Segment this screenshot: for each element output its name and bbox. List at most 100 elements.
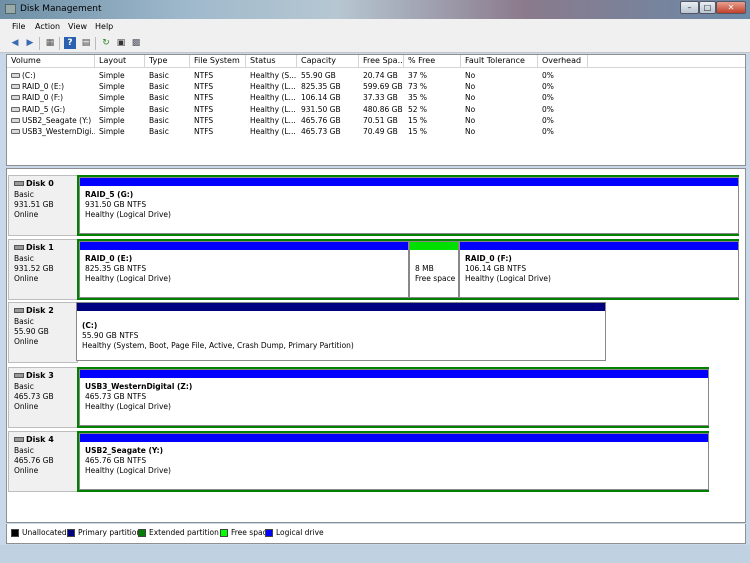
disk-info-0[interactable]: Disk 0 Basic 931.51 GB Online <box>8 175 78 236</box>
partition-status: Healthy (Logical Drive) <box>85 466 171 475</box>
window-bottom-edge <box>0 545 750 563</box>
disk-graphical-view: Disk 0 Basic 931.51 GB Online RAID_5 (G:) 931… <box>6 168 746 523</box>
hard-disk-icon <box>14 437 24 442</box>
column-header-file-system[interactable]: File System <box>190 55 246 68</box>
legend-swatch <box>11 528 19 537</box>
back-icon[interactable]: ◀ <box>9 37 21 49</box>
console-tree-icon[interactable]: ▦ <box>44 37 56 49</box>
menu-help[interactable]: Help <box>95 22 113 31</box>
disk-size: 55.90 GB <box>14 327 49 336</box>
partition-size: 55.90 GB NTFS <box>82 331 139 340</box>
partition-size: 8 MB <box>415 264 434 273</box>
disk-management-icon <box>5 4 16 14</box>
help-icon[interactable]: ? <box>64 37 76 49</box>
minimize-button[interactable]: – <box>680 1 699 14</box>
partition-color-bar <box>410 242 458 250</box>
forward-icon[interactable]: ▶ <box>24 37 36 49</box>
maximize-button[interactable]: □ <box>699 1 716 14</box>
partition-name: USB3_WesternDigital (Z:) <box>85 382 193 391</box>
legend-swatch <box>67 528 75 537</box>
hard-disk-icon <box>14 308 24 313</box>
disk-type: Basic <box>14 254 34 263</box>
legend-label: Primary partition <box>78 528 142 537</box>
legend-item: Unallocated <box>11 528 67 537</box>
disk-type: Basic <box>14 317 34 326</box>
menu-file[interactable]: File <box>12 22 25 31</box>
column-header-percent-free[interactable]: % Free <box>404 55 461 68</box>
legend-item: Logical drive <box>265 528 324 537</box>
partition-status: Healthy (Logical Drive) <box>465 274 551 283</box>
legend: Unallocated Primary partition Extended par… <box>6 524 746 544</box>
column-header-type[interactable]: Type <box>145 55 190 68</box>
partition-color-bar <box>77 303 605 311</box>
disk-name-label: Disk 4 <box>26 435 54 444</box>
close-button[interactable]: ✕ <box>716 1 746 14</box>
disk-info-4[interactable]: Disk 4 Basic 465.76 GB Online <box>8 431 78 492</box>
partition-size: 106.14 GB NTFS <box>465 264 527 273</box>
disk-type: Basic <box>14 446 34 455</box>
disk-name: Disk 2 <box>14 306 77 315</box>
column-header-fault-tolerance[interactable]: Fault Tolerance <box>461 55 538 68</box>
legend-label: Logical drive <box>276 528 324 537</box>
legend-label: Extended partition <box>149 528 219 537</box>
column-header-overhead[interactable]: Overhead <box>538 55 588 68</box>
partition-status: Healthy (System, Boot, Page File, Active… <box>82 341 354 350</box>
table-row[interactable] <box>7 115 745 126</box>
disk-name: Disk 1 <box>14 243 77 252</box>
column-header-volume[interactable]: Volume <box>7 55 95 68</box>
disk-status: Online <box>14 210 39 219</box>
disk-status: Online <box>14 274 39 283</box>
disk-info-3[interactable]: Disk 3 Basic 465.73 GB Online <box>8 367 78 428</box>
menu-action[interactable]: Action <box>35 22 60 31</box>
partition-name: RAID_0 (F:) <box>465 254 512 263</box>
disk-name: Disk 0 <box>14 179 77 188</box>
partition-size: 825.35 GB NTFS <box>85 264 147 273</box>
disk-name-label: Disk 0 <box>26 179 54 188</box>
table-row[interactable] <box>7 70 745 81</box>
disk-info-1[interactable]: Disk 1 Basic 931.52 GB Online <box>8 239 78 300</box>
free-space-partition[interactable]: 8 MB Free space <box>409 241 459 298</box>
disk-name-label: Disk 1 <box>26 243 54 252</box>
partition-size: 931.50 GB NTFS <box>85 200 147 209</box>
settings-icon[interactable]: ▩ <box>130 37 142 49</box>
disk-info-2[interactable]: Disk 2 Basic 55.90 GB Online <box>8 302 78 363</box>
menu-view[interactable]: View <box>68 22 87 31</box>
partition-block[interactable]: (C:) 55.90 GB NTFS Healthy (System, Boot, … <box>76 302 606 361</box>
refresh-icon[interactable]: ↻ <box>100 37 112 49</box>
partition-size: 465.73 GB NTFS <box>85 392 147 401</box>
column-header-free-space[interactable]: Free Spa... <box>359 55 404 68</box>
partition-status: Healthy (Logical Drive) <box>85 210 171 219</box>
rescan-icon[interactable]: ▣ <box>115 37 127 49</box>
toolbar-separator <box>39 37 40 50</box>
toolbar-separator <box>95 37 96 50</box>
legend-item: Extended partition <box>138 528 219 537</box>
partition-name: (C:) <box>82 321 98 330</box>
table-row[interactable] <box>7 92 745 103</box>
table-row[interactable] <box>7 126 745 137</box>
hard-disk-icon <box>14 245 24 250</box>
partition-color-bar <box>80 242 408 250</box>
partition-name: USB2_Seagate (Y:) <box>85 446 164 455</box>
partition-status: Healthy (Logical Drive) <box>85 274 171 283</box>
column-header-layout[interactable]: Layout <box>95 55 145 68</box>
disk-name: Disk 3 <box>14 371 77 380</box>
legend-label: Unallocated <box>22 528 67 537</box>
partition-block[interactable]: RAID_5 (G:) 931.50 GB NTFS Healthy (Logica… <box>79 177 739 234</box>
disk-size: 931.51 GB <box>14 200 54 209</box>
partition-color-bar <box>80 370 708 378</box>
properties-icon[interactable]: ▤ <box>80 37 92 49</box>
partition-block[interactable]: USB3_WesternDigital (Z:) 465.73 GB NTFS He… <box>79 369 709 426</box>
disk-size: 465.73 GB <box>14 392 54 401</box>
disk-name-label: Disk 2 <box>26 306 54 315</box>
column-header-status[interactable]: Status <box>246 55 297 68</box>
partition-block[interactable]: RAID_0 (F:) 106.14 GB NTFS Healthy (Logica… <box>459 241 739 298</box>
toolbar-separator <box>59 37 60 50</box>
partition-color-bar <box>80 178 738 186</box>
partition-block[interactable]: USB2_Seagate (Y:) 465.76 GB NTFS Healthy (… <box>79 433 709 490</box>
table-row[interactable] <box>7 81 745 92</box>
disk-status: Online <box>14 466 39 475</box>
partition-block[interactable]: RAID_0 (E:) 825.35 GB NTFS Healthy (Logica… <box>79 241 409 298</box>
table-row[interactable] <box>7 104 745 115</box>
column-header-capacity[interactable]: Capacity <box>297 55 359 68</box>
disk-size: 465.76 GB <box>14 456 54 465</box>
